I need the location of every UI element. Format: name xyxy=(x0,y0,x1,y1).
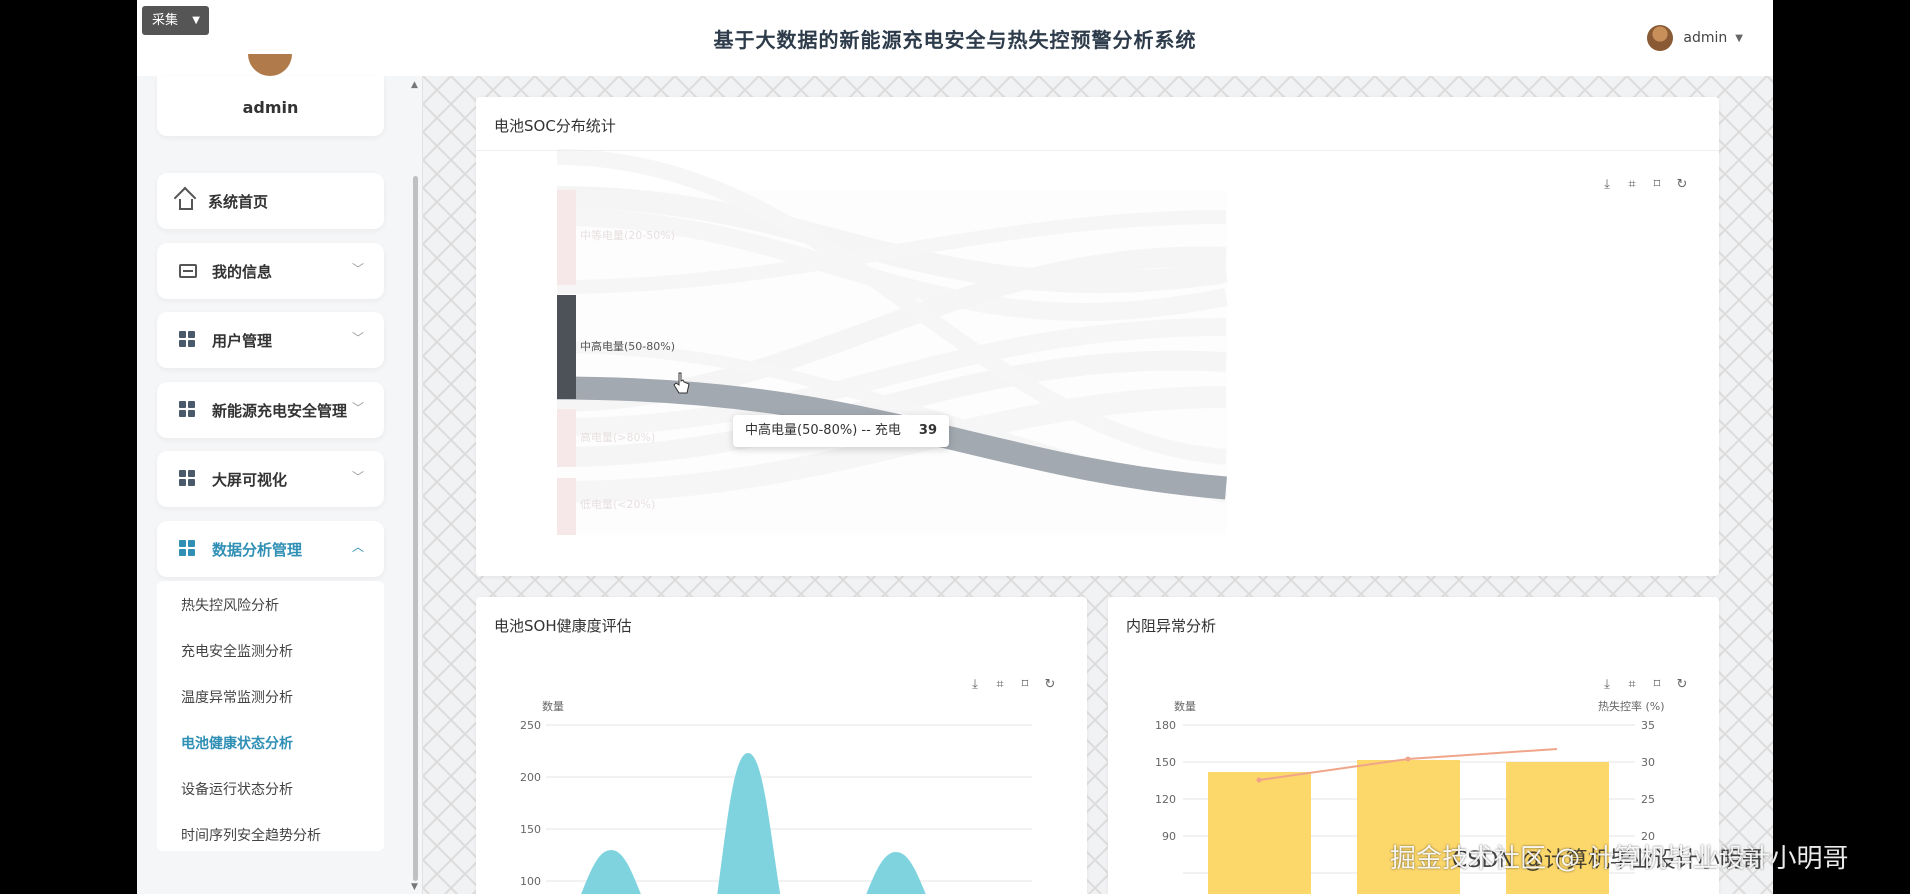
sankey-node xyxy=(557,190,576,285)
sidebar-scrollbar[interactable]: ▲ ▼ xyxy=(411,76,420,894)
submenu-time-series-trend[interactable]: 时间序列安全趋势分析 xyxy=(181,825,321,845)
y-axis-title: 数量 xyxy=(542,700,564,713)
caret-down-icon: ▼ xyxy=(1735,32,1743,44)
area-peak xyxy=(717,753,781,894)
sankey-tooltip: 中高电量(50-80%) -- 充电 39 xyxy=(733,415,950,447)
rate-point xyxy=(1256,777,1262,783)
sidebar-item-label: 用户管理 xyxy=(212,331,273,350)
chevron-down-icon: ﹀ xyxy=(351,401,364,415)
sankey-node-highlight xyxy=(557,295,576,399)
profile-name: admin xyxy=(242,98,299,117)
sidebar-item-label: 新能源充电安全管理 xyxy=(212,401,348,420)
area-peak xyxy=(866,852,926,894)
sidebar-item-big-screen[interactable]: 大屏可视化 ﹀ xyxy=(157,451,384,507)
user-menu[interactable]: admin ▼ xyxy=(1647,24,1743,52)
chevron-down-icon: ﹀ xyxy=(351,262,364,276)
y-tick-label: 90 xyxy=(1162,830,1176,843)
rate-point xyxy=(1405,756,1411,762)
sankey-node xyxy=(557,409,576,467)
y-tick-label: 250 xyxy=(520,719,541,732)
y-tick-label: 200 xyxy=(520,771,541,784)
area-peak xyxy=(581,850,641,894)
sankey-node-label: 高电量(>80%) xyxy=(580,430,655,444)
grid-icon xyxy=(179,540,197,558)
scroll-up-arrow-icon[interactable]: ▲ xyxy=(411,80,418,90)
soh-area-chart[interactable]: 数量 250 200 150 100 xyxy=(476,597,1087,894)
chevron-down-icon: ﹀ xyxy=(351,331,364,345)
grid-icon xyxy=(179,401,197,419)
sidebar-item-data-analysis[interactable]: 数据分析管理 ︿ xyxy=(157,521,384,577)
sidebar-item-label: 大屏可视化 xyxy=(212,470,288,489)
sidebar-item-label: 系统首页 xyxy=(208,192,269,211)
system-title: 基于大数据的新能源充电安全与热失控预警分析系统 xyxy=(713,28,1197,52)
profile-card: admin xyxy=(157,54,384,136)
sidebar-item-my-info[interactable]: 我的信息 ﹀ xyxy=(157,243,384,299)
y-tick-label: 120 xyxy=(1155,793,1176,806)
sidebar-item-charging-safety[interactable]: 新能源充电安全管理 ﹀ xyxy=(157,382,384,438)
sankey-chart[interactable]: 中等电量(20-50%) 中高电量(50-80%) 高电量(>80%) 低电量(… xyxy=(476,97,1719,576)
grid-icon xyxy=(179,331,197,349)
chevron-down-icon: ﹀ xyxy=(351,470,364,484)
submenu-charging-monitor[interactable]: 充电安全监测分析 xyxy=(181,641,293,661)
scroll-down-arrow-icon[interactable]: ▼ xyxy=(411,882,418,892)
data-analysis-submenu: 热失控风险分析 充电安全监测分析 温度异常监测分析 电池健康状态分析 设备运行状… xyxy=(157,581,384,851)
sidebar-item-home[interactable]: 系统首页 xyxy=(157,173,384,229)
home-icon xyxy=(179,198,193,210)
sidebar-item-label: 数据分析管理 xyxy=(212,540,303,559)
username: admin xyxy=(1683,30,1728,46)
chevron-up-icon: ︿ xyxy=(351,540,364,554)
submenu-device-status[interactable]: 设备运行状态分析 xyxy=(181,779,293,799)
y-right-tick-label: 30 xyxy=(1641,756,1655,769)
y-tick-label: 180 xyxy=(1155,719,1176,732)
submenu-thermal-risk[interactable]: 热失控风险分析 xyxy=(181,595,279,615)
y-axis-title: 数量 xyxy=(1174,700,1196,713)
scrollbar-thumb[interactable] xyxy=(413,176,418,881)
y-right-tick-label: 25 xyxy=(1641,793,1655,806)
app-window: 采集 ▼ 基于大数据的新能源充电安全与热失控预警分析系统 admin ▼ adm… xyxy=(137,0,1773,894)
sankey-node xyxy=(557,478,576,535)
y-axis-right-title: 热失控率 (%) xyxy=(1598,699,1665,713)
sidebar-item-user-management[interactable]: 用户管理 ﹀ xyxy=(157,312,384,368)
sankey-node-label: 低电量(<20%) xyxy=(580,498,655,511)
sidebar: admin 系统首页 我的信息 ﹀ 用户管理 ﹀ 新能源充电安全管理 ﹀ 大屏可… xyxy=(137,54,423,894)
top-header: 采集 ▼ 基于大数据的新能源充电安全与热失控预警分析系统 admin ▼ xyxy=(137,0,1773,76)
y-right-tick-label: 35 xyxy=(1641,719,1655,732)
sankey-node-label: 中高电量(50-80%) xyxy=(580,339,675,353)
sankey-node-label: 中等电量(20-50%) xyxy=(580,228,675,242)
soc-panel: 电池SOC分布统计 ⤓ ⌗ ⌑ ↻ 中等电量(20-50%) 中高电量(50-8… xyxy=(476,97,1719,576)
sidebar-item-label: 我的信息 xyxy=(212,262,273,281)
main-content: 电池SOC分布统计 ⤓ ⌗ ⌑ ↻ 中等电量(20-50%) 中高电量(50-8… xyxy=(423,76,1773,894)
watermark: 掘金技术社区 @ 计算机毕业设计小明哥 xyxy=(1390,844,1849,874)
y-tick-label: 150 xyxy=(520,823,541,836)
tooltip-value: 39 xyxy=(918,423,938,438)
soh-panel: 电池SOH健康度评估 ⤓ ⌗ ⌑ ↻ 数量 250 200 150 100 xyxy=(476,597,1087,894)
y-tick-label: 100 xyxy=(520,875,541,888)
grid-icon xyxy=(179,470,197,488)
id-card-icon xyxy=(179,264,197,278)
tooltip-label: 中高电量(50-80%) -- 充电 xyxy=(745,423,901,438)
bar xyxy=(1208,772,1311,894)
y-tick-label: 150 xyxy=(1155,756,1176,769)
submenu-temperature-anomaly[interactable]: 温度异常监测分析 xyxy=(181,687,293,707)
avatar xyxy=(1647,25,1674,51)
submenu-battery-health[interactable]: 电池健康状态分析 xyxy=(181,733,293,753)
